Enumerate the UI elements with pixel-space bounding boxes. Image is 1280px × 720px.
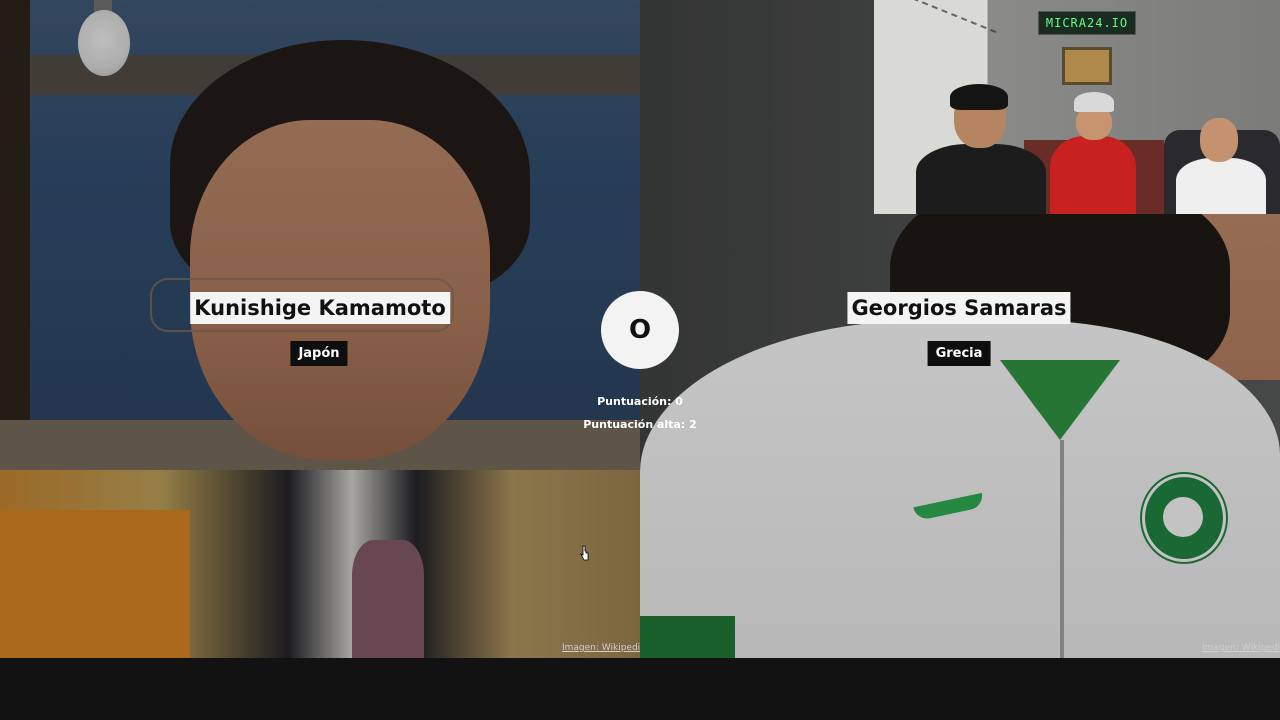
mouse-cursor-icon <box>580 545 589 561</box>
score-text: Puntuación: 0 <box>597 395 683 408</box>
webcam-person-right <box>1170 118 1280 214</box>
versus-or-badge: O <box>601 291 679 369</box>
left-photo-shade <box>0 0 640 658</box>
left-player-panel[interactable]: Kunishige Kamamoto Japón Imagen: Wikiped… <box>0 0 640 658</box>
webcam-picture-frame <box>1062 47 1112 85</box>
left-player-country: Japón <box>290 341 348 366</box>
webcam-person-left <box>916 84 1046 214</box>
right-player-country: Grecia <box>927 341 991 366</box>
webcam-overlay: MICRA24.IO <box>874 0 1280 214</box>
right-player-name: Georgios Samaras <box>847 292 1071 324</box>
left-player-name: Kunishige Kamamoto <box>190 292 450 324</box>
bottom-bar <box>0 658 1280 720</box>
left-image-credit-link[interactable]: Imagen: Wikipedia <box>562 643 640 653</box>
high-score-text: Puntuación alta: 2 <box>583 418 697 431</box>
webcam-person-middle <box>1046 92 1136 214</box>
right-image-credit-link[interactable]: Imagen: Wikipedia <box>1202 643 1280 653</box>
webcam-led-sign: MICRA24.IO <box>1038 11 1136 35</box>
